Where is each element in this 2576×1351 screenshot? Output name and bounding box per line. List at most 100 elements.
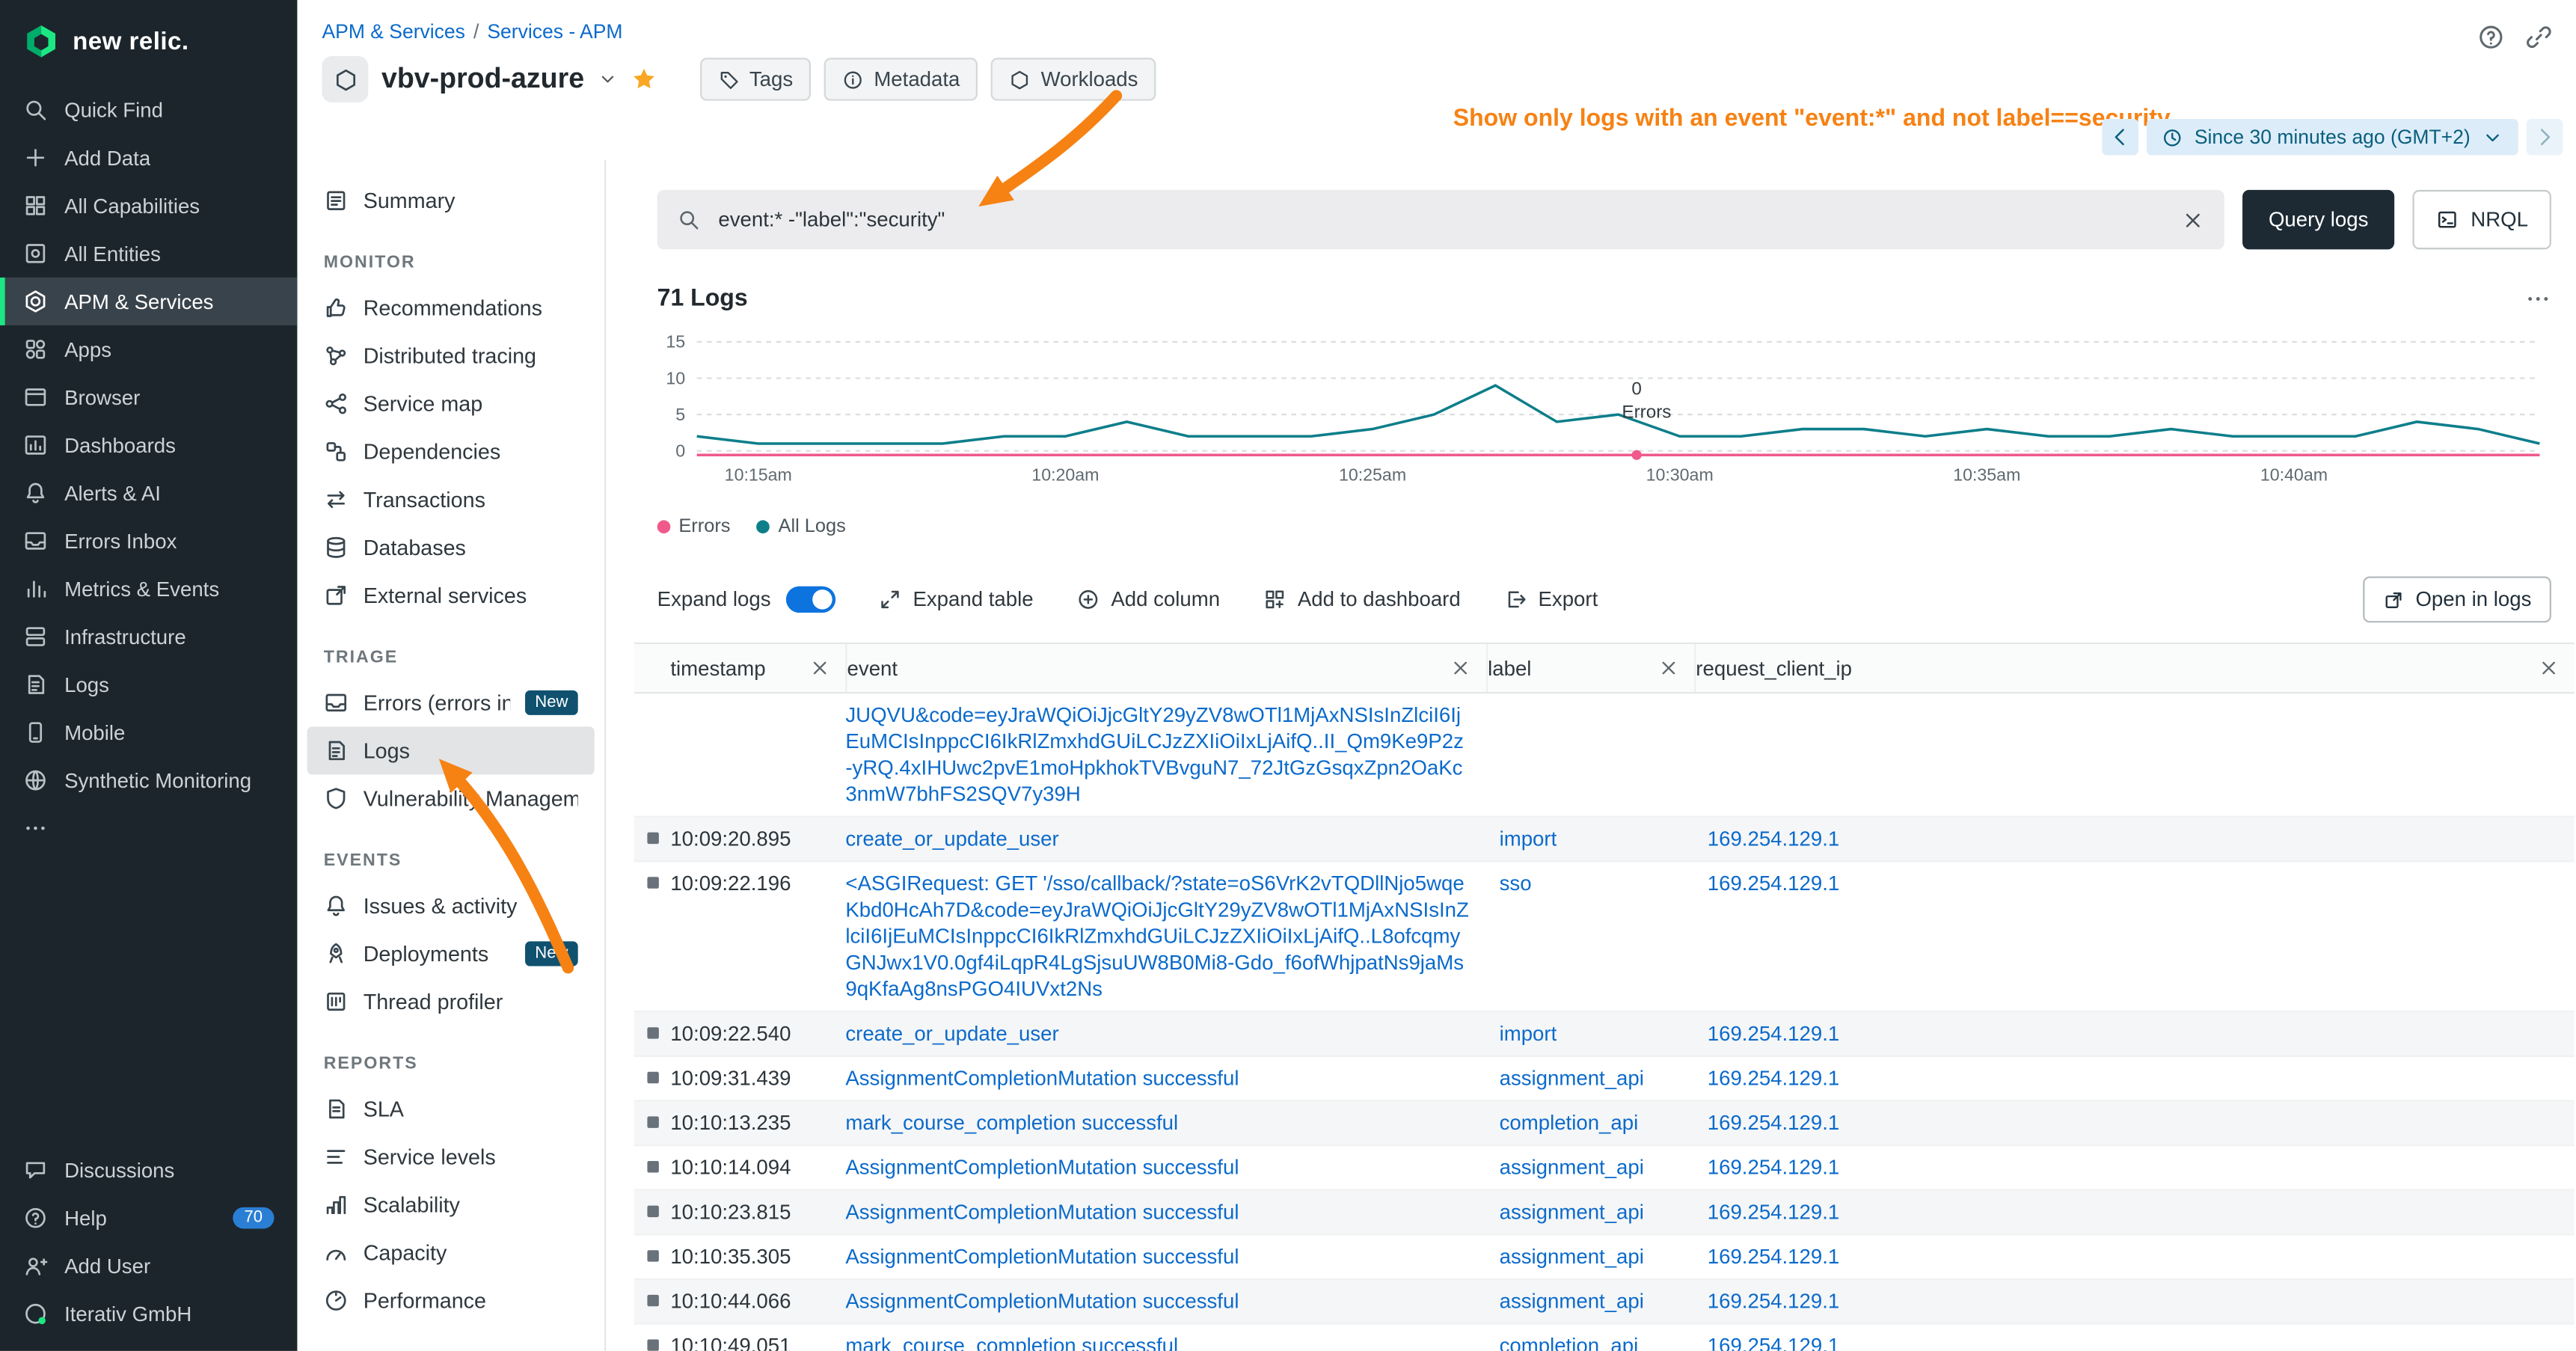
add-column-button[interactable]: Add column bbox=[1076, 588, 1220, 611]
gnav-item[interactable]: Add Data bbox=[0, 134, 297, 182]
remove-column-event-icon[interactable] bbox=[1450, 658, 1471, 679]
row-expand-icon[interactable] bbox=[646, 877, 657, 888]
gnav-item[interactable]: Metrics & Events bbox=[0, 565, 297, 613]
column-header-event[interactable]: event bbox=[845, 644, 1486, 692]
log-ip-link[interactable]: 169.254.129.1 bbox=[1708, 827, 1840, 851]
gnav-item[interactable]: Synthetic Monitoring bbox=[0, 756, 297, 804]
log-event-link[interactable]: <ASGIRequest: GET '/sso/callback/?state=… bbox=[845, 872, 1469, 1001]
subnav-item[interactable]: Vulnerability Management bbox=[307, 774, 595, 822]
gnav-item[interactable]: Logs bbox=[0, 661, 297, 708]
row-expand-icon[interactable] bbox=[646, 833, 657, 844]
help-question-icon[interactable] bbox=[2477, 23, 2506, 52]
gnav-item[interactable]: Quick Find bbox=[0, 86, 297, 134]
column-header-label[interactable]: label bbox=[1486, 644, 1694, 692]
gnav-item[interactable]: Iterativ GmbH bbox=[0, 1290, 297, 1338]
subnav-item[interactable]: Service levels bbox=[307, 1133, 595, 1180]
breadcrumb-link-apm-services[interactable]: APM & Services bbox=[322, 19, 465, 43]
subnav-item[interactable]: Transactions bbox=[307, 476, 595, 524]
log-label-link[interactable]: completion_api bbox=[1500, 1112, 1639, 1135]
log-event-link[interactable]: AssignmentCompletionMutation successful bbox=[845, 1246, 1239, 1269]
subnav-item[interactable]: Capacity bbox=[307, 1229, 595, 1277]
gnav-item[interactable]: Add User bbox=[0, 1242, 297, 1290]
log-label-link[interactable]: completion_api bbox=[1500, 1335, 1639, 1351]
remove-column-ip-icon[interactable] bbox=[2538, 658, 2560, 679]
subnav-item[interactable]: Scalability bbox=[307, 1181, 595, 1229]
column-header-timestamp[interactable]: timestamp bbox=[670, 644, 845, 692]
time-picker[interactable]: Since 30 minutes ago (GMT+2) bbox=[2147, 119, 2518, 156]
subnav-item[interactable]: Dependencies bbox=[307, 428, 595, 476]
log-event-link[interactable]: JUQVU&code=eyJraWQiOiJjcGltY29yZV8wOTl1M… bbox=[845, 703, 1464, 806]
row-expand-icon[interactable] bbox=[646, 1206, 657, 1217]
time-forward-button[interactable] bbox=[2527, 119, 2563, 156]
gnav-item[interactable]: Infrastructure bbox=[0, 613, 297, 661]
favorite-star-icon[interactable] bbox=[631, 66, 657, 92]
chart-menu-icon[interactable] bbox=[2525, 286, 2551, 312]
log-row[interactable]: 10:09:20.895 create_or_update_user impor… bbox=[634, 818, 2575, 863]
log-row[interactable]: 10:10:49.051 mark_course_completion succ… bbox=[634, 1325, 2575, 1351]
log-ip-link[interactable]: 169.254.129.1 bbox=[1708, 1112, 1840, 1135]
breadcrumb-link-services-apm[interactable]: Services - APM bbox=[487, 19, 622, 43]
entity-chevron-down-icon[interactable] bbox=[598, 70, 617, 89]
log-event-link[interactable]: mark_course_completion successful bbox=[845, 1335, 1178, 1351]
log-ip-link[interactable]: 169.254.129.1 bbox=[1708, 1335, 1840, 1351]
gnav-item[interactable]: Help 70 bbox=[0, 1194, 297, 1242]
entity-action-button[interactable]: Workloads bbox=[991, 58, 1156, 100]
gnav-item[interactable]: Apps bbox=[0, 325, 297, 373]
time-back-button[interactable] bbox=[2102, 119, 2138, 156]
log-event-link[interactable]: mark_course_completion successful bbox=[845, 1112, 1178, 1135]
logs-chart[interactable]: 05101510:15am10:20am10:25am10:30am10:35a… bbox=[657, 328, 2548, 487]
expand-logs-toggle[interactable] bbox=[785, 586, 835, 613]
row-expand-icon[interactable] bbox=[646, 1295, 657, 1306]
log-label-link[interactable]: import bbox=[1500, 1023, 1557, 1046]
row-expand-icon[interactable] bbox=[646, 1161, 657, 1172]
subnav-item[interactable]: Service map bbox=[307, 380, 595, 428]
log-ip-link[interactable]: 169.254.129.1 bbox=[1708, 1246, 1840, 1269]
log-ip-link[interactable]: 169.254.129.1 bbox=[1708, 1156, 1840, 1179]
legend-errors[interactable]: Errors bbox=[657, 517, 731, 536]
clear-query-icon[interactable] bbox=[2181, 207, 2204, 232]
gnav-item[interactable] bbox=[0, 804, 297, 852]
gnav-item[interactable]: Alerts & AI bbox=[0, 469, 297, 517]
gnav-item[interactable]: Mobile bbox=[0, 708, 297, 756]
permalink-icon[interactable] bbox=[2525, 23, 2554, 52]
log-row[interactable]: JUQVU&code=eyJraWQiOiJjcGltY29yZV8wOTl1M… bbox=[634, 693, 2575, 818]
expand-table-button[interactable]: Expand table bbox=[878, 588, 1033, 611]
log-label-link[interactable]: assignment_api bbox=[1500, 1067, 1644, 1090]
subnav-item[interactable]: Logs bbox=[307, 726, 595, 774]
subnav-item[interactable]: Performance bbox=[307, 1277, 595, 1325]
subnav-item[interactable]: SLA bbox=[307, 1085, 595, 1133]
row-expand-icon[interactable] bbox=[646, 1027, 657, 1038]
log-event-link[interactable]: create_or_update_user bbox=[845, 1023, 1058, 1046]
log-event-link[interactable]: AssignmentCompletionMutation successful bbox=[845, 1156, 1239, 1179]
log-label-link[interactable]: sso bbox=[1500, 872, 1532, 895]
subnav-item[interactable]: Distributed tracing bbox=[307, 332, 595, 380]
export-button[interactable]: Export bbox=[1503, 588, 1598, 611]
log-row[interactable]: 10:10:13.235 mark_course_completion succ… bbox=[634, 1102, 2575, 1147]
row-expand-icon[interactable] bbox=[646, 1339, 657, 1350]
log-ip-link[interactable]: 169.254.129.1 bbox=[1708, 1023, 1840, 1046]
log-label-link[interactable]: assignment_api bbox=[1500, 1201, 1644, 1224]
log-ip-link[interactable]: 169.254.129.1 bbox=[1708, 872, 1840, 895]
log-row[interactable]: 10:10:14.094 AssignmentCompletionMutatio… bbox=[634, 1146, 2575, 1191]
add-to-dashboard-button[interactable]: Add to dashboard bbox=[1263, 588, 1460, 611]
subnav-item[interactable]: External services bbox=[307, 572, 595, 619]
entity-action-button[interactable]: Tags bbox=[700, 58, 812, 100]
gnav-item[interactable]: APM & Services bbox=[0, 278, 297, 325]
gnav-item[interactable]: Browser bbox=[0, 373, 297, 421]
open-in-logs-button[interactable]: Open in logs bbox=[2363, 576, 2551, 622]
entity-action-button[interactable]: Metadata bbox=[824, 58, 978, 100]
log-event-link[interactable]: create_or_update_user bbox=[845, 827, 1058, 851]
log-ip-link[interactable]: 169.254.129.1 bbox=[1708, 1067, 1840, 1090]
subnav-item[interactable]: Deployments New bbox=[307, 930, 595, 978]
log-event-link[interactable]: AssignmentCompletionMutation successful bbox=[845, 1290, 1239, 1313]
gnav-item[interactable]: Errors Inbox bbox=[0, 517, 297, 565]
log-event-link[interactable]: AssignmentCompletionMutation successful bbox=[845, 1201, 1239, 1224]
subnav-item[interactable]: Thread profiler bbox=[307, 978, 595, 1026]
legend-all-logs[interactable]: All Logs bbox=[757, 517, 846, 536]
log-row[interactable]: 10:09:31.439 AssignmentCompletionMutatio… bbox=[634, 1057, 2575, 1102]
log-row[interactable]: 10:10:35.305 AssignmentCompletionMutatio… bbox=[634, 1235, 2575, 1280]
log-label-link[interactable]: import bbox=[1500, 827, 1557, 851]
subnav-item[interactable]: Issues & activity bbox=[307, 882, 595, 930]
row-expand-icon[interactable] bbox=[646, 1116, 657, 1127]
nrql-button[interactable]: NRQL bbox=[2413, 190, 2551, 249]
